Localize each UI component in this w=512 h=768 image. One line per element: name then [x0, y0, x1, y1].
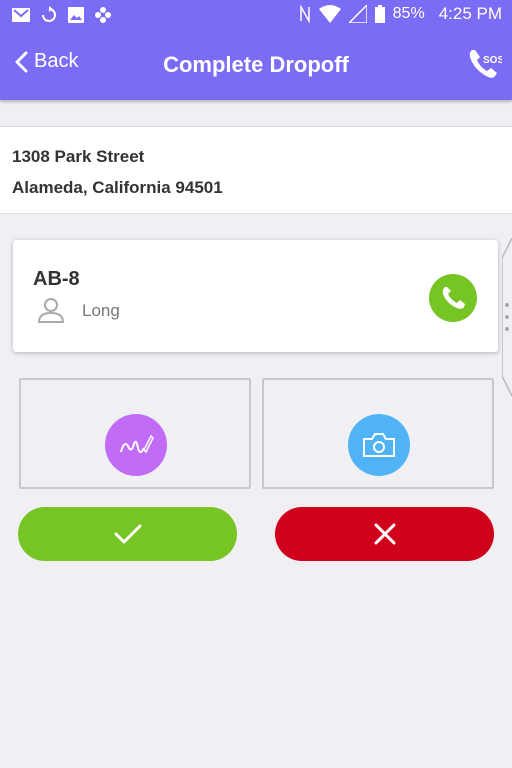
sos-text: SOS: [483, 55, 502, 66]
confirm-button[interactable]: [18, 507, 237, 561]
cancel-button[interactable]: [275, 507, 494, 561]
nfc-icon: [299, 5, 310, 23]
camera-icon: [363, 433, 395, 457]
contact-card: AB-8 Long: [13, 240, 498, 352]
system-icons: 85% 4:25 PM: [299, 4, 502, 24]
side-drawer-handle[interactable]: [502, 238, 512, 396]
close-icon: [374, 523, 395, 545]
address-line-2: Alameda, California 94501: [12, 178, 223, 197]
checkmark-icon: [114, 524, 141, 544]
phone-icon: [442, 287, 465, 309]
signal-icon: [348, 5, 367, 23]
handle-dot: [505, 327, 509, 331]
image-icon: [68, 7, 84, 23]
person-icon: [37, 298, 65, 323]
handle-dot: [505, 303, 509, 307]
battery-level: 85%: [392, 5, 425, 22]
clock: 4:25 PM: [438, 4, 502, 23]
address-line-1: 1308 Park Street: [12, 147, 145, 166]
signature-circle: [105, 414, 167, 476]
notification-icons: [12, 6, 112, 24]
battery-icon: [374, 5, 385, 23]
app-bar: Back Complete Dropoff SOS: [0, 32, 512, 100]
flower-icon: [95, 7, 111, 23]
sos-phone-icon: SOS: [469, 50, 504, 78]
handle-dot: [505, 315, 509, 319]
wifi-icon: [318, 5, 341, 23]
call-button[interactable]: [429, 274, 477, 322]
sync-icon: [42, 6, 56, 22]
camera-button[interactable]: [262, 378, 494, 489]
camera-circle: [348, 414, 410, 476]
contact-name: Long: [82, 301, 120, 320]
contact-code: AB-8: [33, 268, 80, 290]
gmail-icon: [12, 8, 30, 22]
dropoff-address: 1308 Park Street Alameda, California 945…: [0, 126, 512, 214]
signature-button[interactable]: [19, 378, 251, 489]
page-title: Complete Dropoff: [163, 52, 349, 77]
sos-call-button[interactable]: SOS: [466, 46, 504, 82]
status-bar: 85% 4:25 PM: [0, 0, 512, 32]
signature-icon: [120, 434, 154, 454]
